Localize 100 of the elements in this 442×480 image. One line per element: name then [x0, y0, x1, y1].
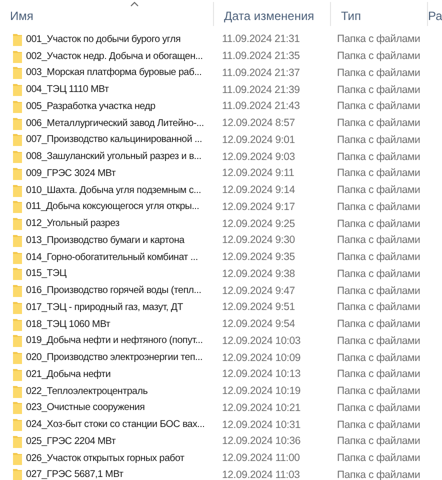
item-type: Папка с файлами	[336, 50, 422, 62]
modified-date: 12.09.2024 9:47	[221, 284, 296, 297]
item-type: Папка с файлами	[336, 268, 422, 280]
column-header[interactable]: Дата изменения	[224, 9, 314, 26]
item-type: Папка с файлами	[336, 368, 422, 380]
modified-date: 12.09.2024 9:03	[221, 150, 296, 163]
modified-date: 12.09.2024 10:03	[221, 334, 302, 347]
item-type: Папка с файлами	[336, 33, 422, 46]
folder-icon	[13, 368, 22, 381]
folder-name[interactable]: 023_Очистные сооружения	[26, 402, 145, 414]
modified-date: 12.09.2024 10:31	[221, 418, 302, 431]
folder-name[interactable]: 006_Металлургический завод Литейно-...	[26, 118, 204, 129]
item-type: Папка с файлами	[336, 402, 422, 414]
modified-date: 12.09.2024 9:30	[221, 234, 296, 246]
folder-name[interactable]: 025_ГРЭС 2204 МВт	[26, 436, 116, 447]
item-type: Папка с файлами	[336, 452, 422, 464]
folder-name[interactable]: 005_Разработка участка недр	[26, 100, 156, 112]
item-type: Папка с файлами	[336, 84, 422, 96]
folder-icon	[13, 318, 22, 331]
folder-name[interactable]: 014_Горно-обогатительный комбинат ...	[26, 252, 198, 263]
folder-name[interactable]: 027_ГРЭС 5687,1 МВт	[26, 469, 124, 480]
folder-name[interactable]: 015_ТЭЦ	[26, 268, 66, 280]
folder-name[interactable]: 022_Теплоэлектроцентраль	[26, 386, 148, 397]
folder-icon	[13, 50, 22, 63]
item-type: Папка с файлами	[336, 66, 422, 79]
folder-name[interactable]: 001_Участок по добычи бурого угля	[26, 34, 181, 45]
folder-name[interactable]: 003_Морская платформа буровые раб...	[26, 67, 202, 78]
column-header[interactable]: Имя	[10, 9, 34, 26]
modified-date: 12.09.2024 9:25	[221, 218, 296, 230]
folder-icon	[13, 384, 22, 398]
item-type: Папка с файлами	[336, 284, 422, 297]
folder-icon	[13, 133, 22, 146]
folder-name[interactable]: 017_ТЭЦ - природный газ, мазут, ДТ	[26, 302, 183, 313]
modified-date: 11.09.2024 21:37	[221, 66, 301, 79]
folder-icon	[13, 217, 22, 230]
folder-name[interactable]: 004_ТЭЦ 1110 МВт	[26, 84, 109, 96]
item-type: Папка с файлами	[336, 468, 422, 480]
item-type: Папка с файлами	[336, 435, 422, 448]
folder-icon	[13, 351, 22, 364]
folder-icon	[13, 116, 22, 130]
modified-date: 12.09.2024 10:36	[221, 435, 302, 448]
folder-icon	[13, 166, 22, 180]
folder-name[interactable]: 008_Зашуланский угольный разрез и в...	[26, 151, 202, 162]
item-type: Папка с файлами	[336, 200, 422, 213]
folder-icon	[13, 150, 22, 164]
folder-name[interactable]: 012_Угольный разрез	[26, 218, 120, 230]
folder-name[interactable]: 020_Производство электроэнергии теп...	[26, 352, 202, 364]
modified-date: 11.09.2024 21:35	[221, 50, 301, 62]
folder-icon	[13, 234, 22, 247]
modified-date: 12.09.2024 9:01	[221, 134, 296, 146]
folder-icon	[13, 83, 22, 96]
modified-date: 12.09.2024 9:38	[221, 268, 296, 280]
modified-date: 12.09.2024 10:19	[221, 385, 302, 398]
folder-icon	[13, 267, 22, 280]
folder-name[interactable]: 009_ГРЭС 3024 МВт	[26, 168, 116, 179]
folder-name[interactable]: 016_Производство горячей воды (тепл...	[26, 285, 202, 296]
folder-name[interactable]: 021_Добыча нефти	[26, 368, 111, 380]
folder-name[interactable]: 019_Добыча нефти и нефтяного (попут...	[26, 335, 203, 346]
folder-name[interactable]: 010_Шахта. Добыча угля подземным с...	[26, 184, 201, 196]
folder-icon	[13, 250, 22, 264]
modified-date: 12.09.2024 11:03	[221, 468, 301, 480]
folder-name[interactable]: 026_Участок открытых горных работ	[26, 452, 184, 464]
modified-date: 12.09.2024 9:35	[221, 251, 296, 264]
modified-date: 12.09.2024 8:57	[221, 117, 296, 130]
folder-name[interactable]: 011_Добыча коксующегося угля откры...	[26, 201, 200, 212]
folder-icon	[13, 200, 22, 214]
modified-date: 12.09.2024 10:21	[221, 402, 302, 414]
folder-name[interactable]: 002_Участок недр. Добыча и обогащен...	[26, 50, 203, 62]
folder-name[interactable]: 018_ТЭЦ 1060 МВт	[26, 318, 110, 330]
folder-icon	[13, 452, 22, 465]
item-type: Папка с файлами	[336, 418, 422, 431]
folder-icon	[13, 66, 22, 80]
modified-date: 11.09.2024 21:31	[221, 33, 301, 46]
folder-name[interactable]: 024_Хоз-быт стоки со станции БОС вах...	[26, 419, 205, 430]
item-type: Папка с файлами	[336, 134, 422, 146]
folder-name[interactable]: 013_Производство бумаги и картона	[26, 234, 184, 246]
folder-name[interactable]: 007_Производство кальцинированной ...	[26, 134, 202, 146]
column-header[interactable]: Тип	[341, 9, 362, 26]
item-type: Папка с файлами	[336, 385, 422, 398]
item-type: Папка с файлами	[336, 301, 422, 314]
modified-date: 12.09.2024 9:17	[221, 200, 296, 213]
item-type: Папка с файлами	[336, 352, 422, 364]
modified-date: 12.09.2024 9:51	[221, 301, 296, 314]
modified-date: 11.09.2024 21:43	[221, 100, 301, 112]
folder-icon	[13, 334, 22, 348]
folder-icon	[13, 418, 22, 432]
modified-date: 12.09.2024 11:00	[221, 452, 301, 464]
modified-date: 12.09.2024 9:14	[221, 184, 296, 196]
folder-icon	[13, 401, 22, 414]
item-type: Папка с файлами	[336, 318, 422, 330]
modified-date: 11.09.2024 21:39	[221, 84, 301, 96]
modified-date: 12.09.2024 10:13	[221, 368, 302, 380]
column-header[interactable]: Ра	[428, 9, 442, 26]
folder-icon	[13, 32, 22, 46]
item-type: Папка с файлами	[336, 167, 422, 180]
item-type: Папка с файлами	[336, 150, 422, 163]
item-type: Папка с файлами	[336, 251, 422, 264]
folder-icon	[13, 184, 22, 197]
folder-icon	[13, 100, 22, 113]
item-type: Папка с файлами	[336, 100, 422, 112]
